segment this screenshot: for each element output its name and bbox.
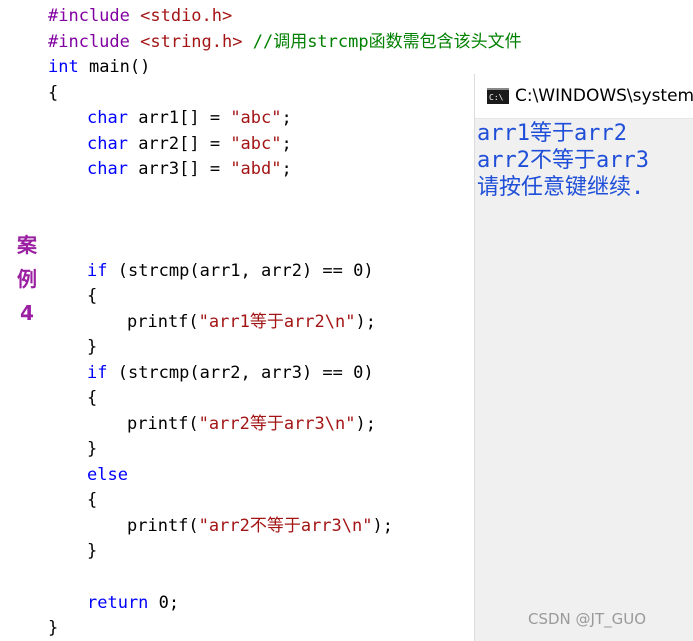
code-line-printf1: printf("arr1等于arr2\n");: [127, 310, 376, 335]
code-text: );: [355, 414, 376, 434]
code-line-else: else: [87, 463, 128, 488]
keyword: char: [87, 159, 128, 179]
code-text: arr3[] =: [127, 159, 231, 179]
case-label-number: 4: [20, 301, 34, 325]
include-path: <string.h>: [129, 32, 243, 52]
code-line-arr3: char arr3[] = "abd";: [87, 157, 292, 182]
code-text: }: [87, 541, 98, 561]
console-title: C:\WINDOWS\system: [514, 86, 693, 106]
keyword: int: [48, 57, 79, 77]
case-label: 案 例 4: [14, 228, 40, 330]
keyword: if: [87, 261, 108, 281]
code-text: printf(: [127, 414, 199, 434]
keyword: return: [87, 593, 149, 613]
code-text: {: [87, 286, 98, 306]
case-label-char: 例: [17, 267, 37, 291]
code-text: );: [355, 312, 376, 332]
code-text: }: [87, 337, 98, 357]
code-text: printf(: [127, 312, 199, 332]
code-text: );: [372, 516, 393, 536]
code-text: printf(: [127, 516, 199, 536]
keyword: char: [87, 134, 128, 154]
code-line-arr2: char arr2[] = "abc";: [87, 132, 292, 157]
code-text: (strcmp(arr1, arr2) == 0): [107, 261, 374, 281]
console-output-line: 请按任意键继续.: [477, 175, 645, 200]
code-text: {: [87, 388, 98, 408]
console-output-line: arr2不等于arr3: [477, 148, 649, 173]
code-line-main: int main(): [48, 55, 150, 80]
case-label-char: 案: [17, 233, 37, 257]
code-line-return: return 0;: [87, 591, 179, 616]
code-line-arr1: char arr1[] = "abc";: [87, 106, 292, 131]
code-text: ;: [281, 134, 292, 154]
string-literal: "arr1等于arr2\n": [198, 312, 356, 332]
console-output: arr1等于arr2 arr2不等于arr3 请按任意键继续.: [477, 120, 693, 201]
code-line-if2-close: }: [87, 437, 97, 462]
code-text: arr1[] =: [127, 108, 231, 128]
code-line-include-string: #include <string.h> //调用strcmp函数需包含该头文件: [48, 30, 522, 55]
string-literal: "arr2不等于arr3\n": [198, 516, 373, 536]
code-line-brace-close: }: [48, 616, 58, 641]
include-path: <stdio.h>: [129, 6, 233, 26]
preprocessor-directive: #include: [48, 32, 130, 52]
code-text: ;: [281, 108, 292, 128]
code-text: {: [87, 490, 98, 510]
string-literal: "abd": [230, 159, 282, 179]
watermark: CSDN @JT_GUO: [528, 610, 647, 628]
code-text: ;: [281, 159, 292, 179]
string-literal: "abc": [230, 108, 282, 128]
code-line-if1-close: }: [87, 335, 97, 360]
code-line-include-stdio: #include <stdio.h>: [48, 4, 232, 29]
code-text: arr2[] =: [127, 134, 231, 154]
console-window[interactable]: C:\ C:\WINDOWS\system arr1等于arr2 arr2不等于a…: [474, 74, 693, 641]
string-literal: "arr2等于arr3\n": [198, 414, 356, 434]
keyword: char: [87, 108, 128, 128]
code-line-if1-open: {: [87, 284, 97, 309]
code-line-if1: if (strcmp(arr1, arr2) == 0): [87, 259, 374, 284]
preprocessor-directive: #include: [48, 6, 130, 26]
code-text: 0;: [148, 593, 180, 613]
code-line-brace-open: {: [48, 81, 58, 106]
console-output-line: arr1等于arr2: [477, 121, 627, 146]
code-text: }: [87, 439, 98, 459]
cmd-icon: C:\: [487, 88, 509, 104]
code-line-if2: if (strcmp(arr2, arr3) == 0): [87, 361, 374, 386]
code-comment: //调用strcmp函数需包含该头文件: [242, 32, 522, 52]
code-line-printf2: printf("arr2等于arr3\n");: [127, 412, 376, 437]
code-line-else-close: }: [87, 539, 97, 564]
string-literal: "abc": [230, 134, 282, 154]
code-text: }: [48, 618, 59, 638]
code-text: (strcmp(arr2, arr3) == 0): [107, 363, 374, 383]
keyword: else: [87, 465, 128, 485]
code-line-printf3: printf("arr2不等于arr3\n");: [127, 514, 393, 539]
code-line-else-open: {: [87, 488, 97, 513]
code-text: {: [48, 83, 59, 103]
keyword: if: [87, 363, 108, 383]
code-line-if2-open: {: [87, 386, 97, 411]
code-text: main(): [78, 57, 151, 77]
console-titlebar[interactable]: C:\ C:\WINDOWS\system: [475, 74, 693, 119]
